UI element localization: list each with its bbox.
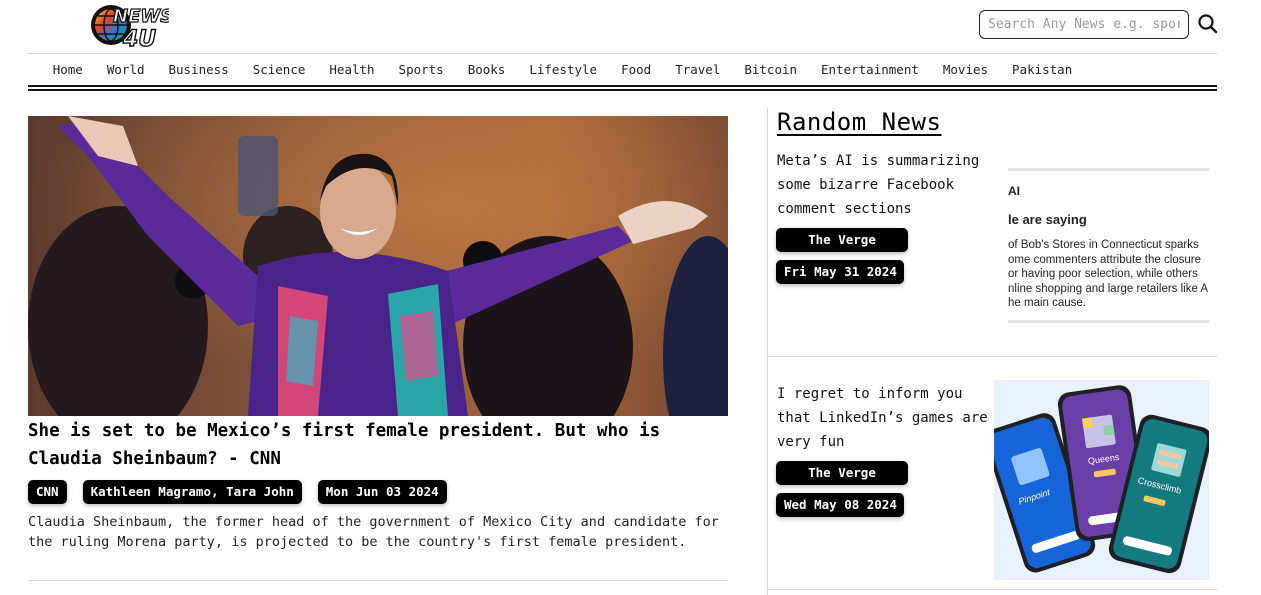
- search-icon[interactable]: [1197, 13, 1219, 35]
- random-news-date: Wed May 08 2024: [776, 493, 904, 517]
- search-input[interactable]: [979, 10, 1189, 39]
- site-header: NEWS 4U: [28, 0, 1218, 54]
- nav-item-home[interactable]: Home: [41, 55, 95, 85]
- category-nav: Home World Business Science Health Sports Book…: [28, 55, 1217, 85]
- nav-item-lifestyle[interactable]: Lifestyle: [517, 55, 609, 85]
- nav-item-pakistan[interactable]: Pakistan: [1000, 55, 1084, 85]
- author-badge: Kathleen Magramo, Tara John: [82, 480, 302, 504]
- main-article-divider: [28, 580, 728, 581]
- nav-item-health[interactable]: Health: [317, 55, 386, 85]
- random-news-source: The Verge: [776, 461, 908, 485]
- main-article-description: Claudia Sheinbaum, the former head of th…: [28, 514, 719, 550]
- nav-rule-top: [28, 85, 1217, 87]
- nav-item-movies[interactable]: Movies: [931, 55, 1000, 85]
- nav-rule-bottom: [28, 89, 1217, 91]
- logo-text-news: NEWS: [113, 6, 169, 27]
- nav-item-food[interactable]: Food: [609, 55, 663, 85]
- main-article-title[interactable]: She is set to be Mexico’s first female p…: [28, 417, 728, 473]
- random-news-thumbnail[interactable]: Pinpoint Queens Crossclimb: [994, 380, 1209, 580]
- card-divider: [768, 589, 1217, 590]
- nav-item-travel[interactable]: Travel: [663, 55, 732, 85]
- source-badge: CNN: [28, 480, 67, 504]
- logo-text-4u: 4U: [122, 27, 156, 50]
- search-area: [979, 10, 1218, 39]
- main-article-image[interactable]: [28, 116, 728, 416]
- nav-item-sports[interactable]: Sports: [387, 55, 456, 85]
- date-badge: Mon Jun 03 2024: [317, 480, 447, 504]
- news4u-logo[interactable]: NEWS 4U: [89, 0, 174, 53]
- nav-item-books[interactable]: Books: [456, 55, 518, 85]
- nav-item-entertainment[interactable]: Entertainment: [809, 55, 931, 85]
- nav-item-bitcoin[interactable]: Bitcoin: [732, 55, 809, 85]
- main-article-meta: CNN Kathleen Magramo, Tara John Mon Jun …: [28, 480, 447, 504]
- nav-item-science[interactable]: Science: [241, 55, 318, 85]
- random-news-title[interactable]: I regret to inform you that LinkedIn’s g…: [777, 382, 992, 454]
- nav-item-world[interactable]: World: [95, 55, 157, 85]
- nav-item-business[interactable]: Business: [156, 55, 240, 85]
- random-news-card: I regret to inform you that LinkedIn’s g…: [768, 108, 1217, 590]
- globe-logo-icon: NEWS 4U: [91, 5, 174, 53]
